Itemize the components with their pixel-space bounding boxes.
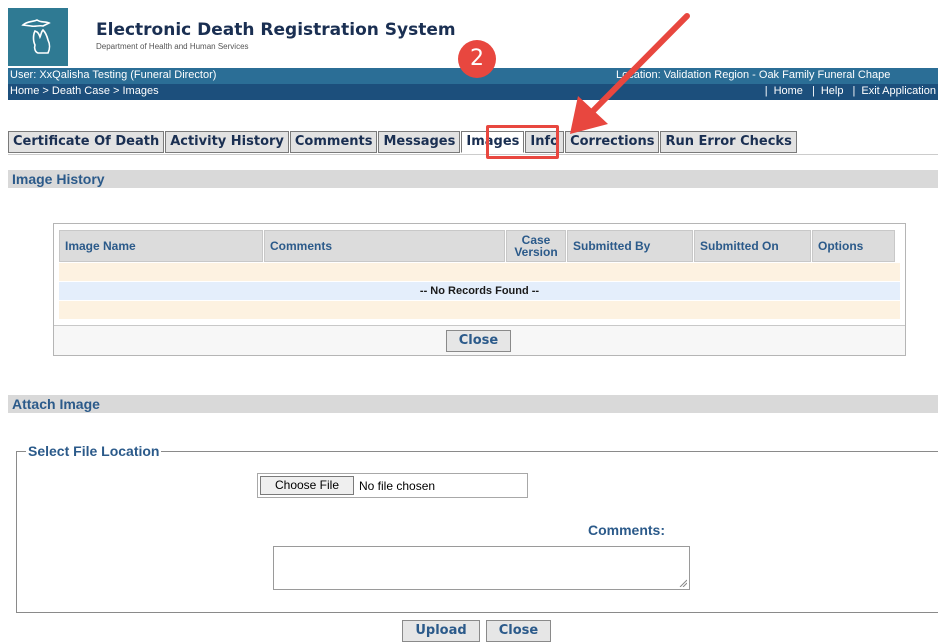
comments-label: Comments: <box>588 522 666 538</box>
table-row <box>59 263 900 281</box>
tab-images[interactable]: Images <box>461 131 525 153</box>
tab-run-error-checks[interactable]: Run Error Checks <box>660 131 797 153</box>
attach-close-button[interactable]: Close <box>486 620 551 642</box>
exit-application-link[interactable]: Exit Application <box>861 85 936 97</box>
table-header: Image Name Comments Case Version Submitt… <box>59 230 900 262</box>
comments-textarea[interactable] <box>273 546 690 590</box>
column-submitted-by: Submitted By <box>567 230 693 262</box>
tab-info[interactable]: Info <box>525 131 565 153</box>
nav-bar: Home > Death Case > Images | Home | Help |… <box>8 84 938 100</box>
tab-comments[interactable]: Comments <box>289 131 378 153</box>
tab-messages[interactable]: Messages <box>378 131 461 153</box>
history-close-button[interactable]: Close <box>446 330 511 352</box>
app-title: Electronic Death Registration System <box>96 20 456 40</box>
upload-button[interactable]: Upload <box>402 620 480 642</box>
image-history-header: Image History <box>8 170 938 188</box>
step-number-badge: 2 <box>458 40 496 78</box>
logo <box>8 8 68 66</box>
choose-file-button[interactable]: Choose File <box>260 476 354 495</box>
home-link[interactable]: Home <box>774 85 803 97</box>
column-submitted-on: Submitted On <box>694 230 811 262</box>
app-subtitle: Department of Health and Human Services <box>96 42 249 51</box>
column-case-version: Case Version <box>506 230 566 262</box>
column-comments: Comments <box>264 230 505 262</box>
attach-image-header: Attach Image <box>8 395 938 413</box>
table-footer: Close <box>54 325 905 355</box>
table-row <box>59 301 900 319</box>
tab-certificate-of-death[interactable]: Certificate Of Death <box>8 131 165 153</box>
location-info: Location: Validation Region - Oak Family… <box>616 69 891 81</box>
help-link[interactable]: Help <box>821 85 844 97</box>
tab-divider <box>8 154 938 155</box>
image-history-table: Image Name Comments Case Version Submitt… <box>53 223 906 356</box>
file-input[interactable]: Choose File No file chosen <box>257 473 528 498</box>
nav-links: | Home | Help | Exit Application <box>764 85 936 97</box>
user-info: User: XxQalisha Testing (Funeral Directo… <box>10 69 217 81</box>
tab-bar: Certificate Of Death Activity History Comm… <box>8 131 798 155</box>
tab-activity-history[interactable]: Activity History <box>165 131 289 153</box>
column-image-name: Image Name <box>59 230 263 262</box>
column-options: Options <box>812 230 895 262</box>
breadcrumb: Home > Death Case > Images <box>10 85 159 97</box>
file-status: No file chosen <box>359 479 436 493</box>
no-records-message: -- No Records Found -- <box>59 282 900 300</box>
select-file-legend: Select File Location <box>26 443 162 459</box>
resize-grip-icon[interactable] <box>679 579 687 587</box>
michigan-map-icon <box>21 19 51 54</box>
tab-corrections[interactable]: Corrections <box>565 131 660 153</box>
